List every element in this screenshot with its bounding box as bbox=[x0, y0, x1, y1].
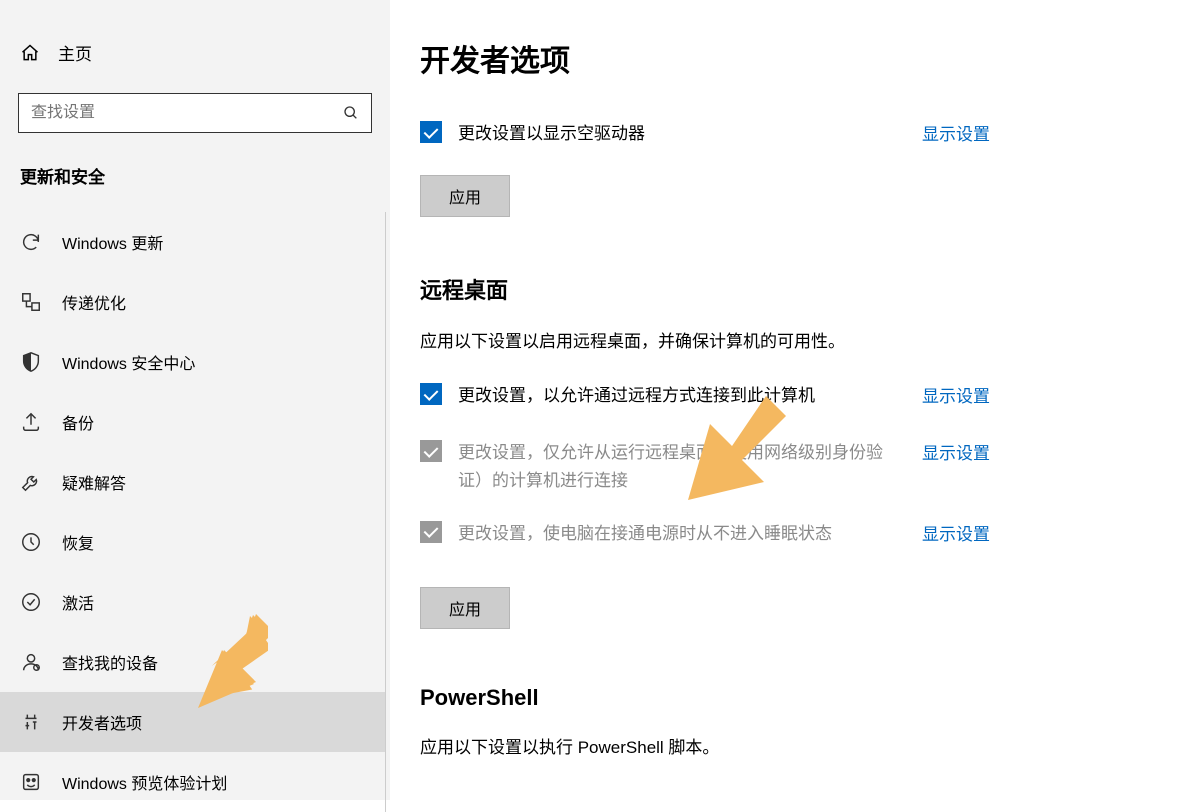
section-desc-powershell: 应用以下设置以执行 PowerShell 脚本。 bbox=[420, 733, 1170, 758]
sidebar-item-label: 疑难解答 bbox=[62, 470, 126, 494]
sidebar-item-windows-update[interactable]: Windows 更新 bbox=[0, 212, 385, 272]
find-device-icon bbox=[20, 651, 42, 673]
checkbox-empty-drives[interactable] bbox=[420, 121, 442, 143]
home-icon bbox=[20, 43, 40, 63]
nav-list: Windows 更新 传递优化 Windows 安全中心 备份 疑难解答 恢复 bbox=[0, 212, 386, 812]
show-settings-link[interactable]: 显示设置 bbox=[922, 439, 990, 464]
backup-icon bbox=[20, 411, 42, 433]
sidebar-item-label: Windows 安全中心 bbox=[62, 350, 195, 374]
setting-row-remote-sleep: 更改设置，使电脑在接通电源时从不进入睡眠状态 显示设置 bbox=[420, 520, 990, 547]
delivery-icon bbox=[20, 291, 42, 313]
developer-icon bbox=[20, 711, 42, 733]
show-settings-link[interactable]: 显示设置 bbox=[922, 382, 990, 407]
sidebar-item-label: Windows 更新 bbox=[62, 230, 163, 254]
setting-row-remote-nla: 更改设置，仅允许从运行远程桌面且使用网络级别身份验证）的计算机进行连接 显示设置 bbox=[420, 439, 990, 493]
sidebar-item-activate[interactable]: 激活 bbox=[0, 572, 385, 632]
section-title-remote: 远程桌面 bbox=[420, 273, 1170, 305]
sidebar-item-label: Windows 预览体验计划 bbox=[62, 770, 227, 794]
setting-row-empty-drives: 更改设置以显示空驱动器 显示设置 bbox=[420, 120, 990, 147]
sidebar-item-troubleshoot[interactable]: 疑难解答 bbox=[0, 452, 385, 512]
checkbox-remote-nla[interactable] bbox=[420, 440, 442, 462]
checkbox-label: 更改设置，以允许通过远程方式连接到此计算机 bbox=[458, 382, 902, 409]
section-desc-remote: 应用以下设置以启用远程桌面，并确保计算机的可用性。 bbox=[420, 327, 1170, 352]
search-icon bbox=[331, 105, 371, 121]
checkbox-label: 更改设置，使电脑在接通电源时从不进入睡眠状态 bbox=[458, 520, 902, 547]
search-input[interactable] bbox=[19, 104, 331, 122]
show-settings-link[interactable]: 显示设置 bbox=[922, 120, 990, 145]
recovery-icon bbox=[20, 531, 42, 553]
sidebar-item-delivery[interactable]: 传递优化 bbox=[0, 272, 385, 332]
category-title: 更新和安全 bbox=[0, 163, 390, 212]
sidebar-item-insider[interactable]: Windows 预览体验计划 bbox=[0, 752, 385, 812]
section-title-powershell: PowerShell bbox=[420, 685, 1170, 711]
sidebar-item-label: 恢复 bbox=[62, 530, 94, 554]
sidebar-item-label: 开发者选项 bbox=[62, 710, 142, 734]
home-label: 主页 bbox=[58, 40, 92, 65]
checkbox-label: 更改设置以显示空驱动器 bbox=[458, 120, 902, 147]
troubleshoot-icon bbox=[20, 471, 42, 493]
sidebar-item-label: 传递优化 bbox=[62, 290, 126, 314]
sidebar-item-security[interactable]: Windows 安全中心 bbox=[0, 332, 385, 392]
sidebar-item-developer[interactable]: 开发者选项 bbox=[0, 692, 385, 752]
checkbox-remote-allow[interactable] bbox=[420, 383, 442, 405]
show-settings-link[interactable]: 显示设置 bbox=[922, 520, 990, 545]
sidebar-item-label: 激活 bbox=[62, 590, 94, 614]
sync-icon bbox=[20, 231, 42, 253]
home-button[interactable]: 主页 bbox=[0, 40, 390, 93]
sidebar-item-backup[interactable]: 备份 bbox=[0, 392, 385, 452]
sidebar-item-find-device[interactable]: 查找我的设备 bbox=[0, 632, 385, 692]
sidebar-item-recovery[interactable]: 恢复 bbox=[0, 512, 385, 572]
sidebar-item-label: 查找我的设备 bbox=[62, 650, 158, 674]
shield-icon bbox=[20, 351, 42, 373]
page-title: 开发者选项 bbox=[420, 36, 1170, 80]
apply-button[interactable]: 应用 bbox=[420, 175, 510, 217]
sidebar: 主页 更新和安全 Windows 更新 传递优化 Windows 安全中心 bbox=[0, 0, 390, 800]
sidebar-item-label: 备份 bbox=[62, 410, 94, 434]
checkbox-remote-sleep[interactable] bbox=[420, 521, 442, 543]
checkbox-label: 更改设置，仅允许从运行远程桌面且使用网络级别身份验证）的计算机进行连接 bbox=[458, 439, 902, 493]
apply-button-remote[interactable]: 应用 bbox=[420, 587, 510, 629]
activate-icon bbox=[20, 591, 42, 613]
search-input-container[interactable] bbox=[18, 93, 372, 133]
insider-icon bbox=[20, 771, 42, 793]
main-content: 开发者选项 更改设置以显示空驱动器 显示设置 应用 远程桌面 应用以下设置以启用… bbox=[390, 0, 1200, 800]
setting-row-remote-allow: 更改设置，以允许通过远程方式连接到此计算机 显示设置 bbox=[420, 382, 990, 409]
